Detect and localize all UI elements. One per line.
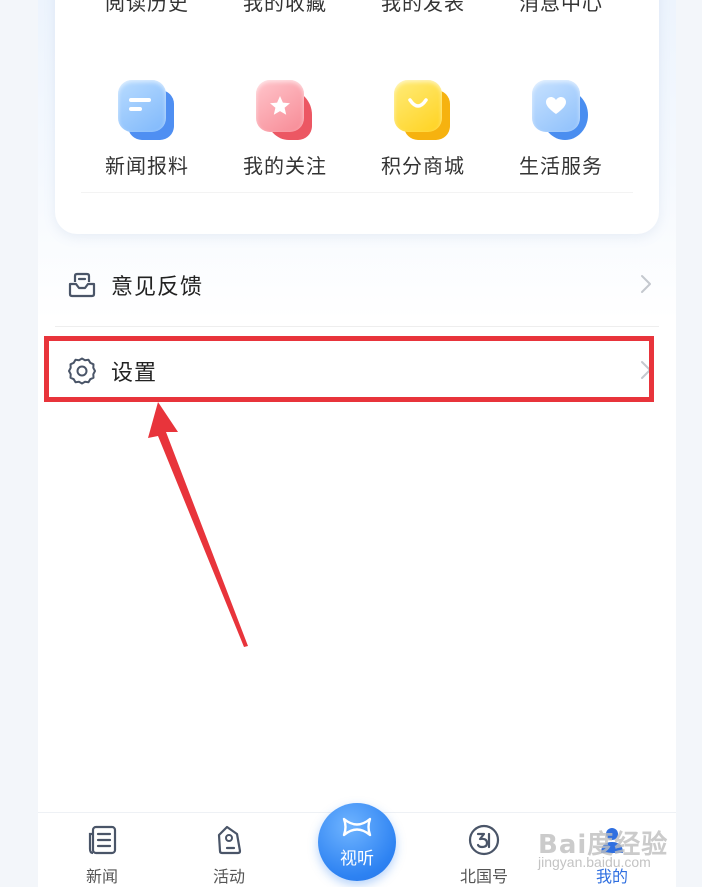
nav-item-label: 活动: [212, 867, 245, 886]
grid-item-message-center[interactable]: 消息中心: [492, 0, 630, 15]
nav-item-label: 我的: [595, 867, 628, 886]
grid-item-label: 积分商城: [381, 154, 465, 178]
grid-item-label: 阅读历史: [105, 0, 189, 15]
chevron-right-icon: [641, 275, 651, 293]
star-follow-icon: [256, 80, 314, 144]
list-item-settings[interactable]: 设置: [55, 339, 659, 403]
grid-item-points-mall[interactable]: 积分商城: [354, 80, 492, 178]
grid-item-my-follows[interactable]: 我的关注: [216, 80, 354, 178]
bottom-nav: 新闻 活动 视听 北国号 我的: [38, 803, 676, 887]
badge-icon: [467, 823, 501, 857]
grid-divider: [81, 192, 633, 193]
nav-item-label: 视听: [340, 848, 374, 869]
grid-item-life-services[interactable]: 生活服务: [492, 80, 630, 178]
grid-item-label: 消息中心: [519, 0, 603, 15]
feature-grid-top-row: 阅读历史 我的收藏 我的发表 消息中心: [55, 0, 659, 15]
screen: 阅读历史 我的收藏 我的发表 消息中心 新闻报料 我的关注 积分商城 生活服务 …: [0, 0, 702, 887]
person-icon: [595, 823, 629, 857]
left-margin: [0, 0, 38, 887]
nav-item-label: 新闻: [85, 867, 118, 886]
grid-item-favorites[interactable]: 我的收藏: [216, 0, 354, 15]
nav-item-news[interactable]: 新闻: [62, 823, 142, 887]
profile-page: 阅读历史 我的收藏 我的发表 消息中心 新闻报料 我的关注 积分商城 生活服务 …: [38, 0, 676, 887]
grid-item-label: 新闻报料: [105, 154, 189, 178]
play-bowtie-icon: [341, 816, 373, 842]
nav-item-label: 北国号: [459, 867, 508, 886]
grid-item-news-report[interactable]: 新闻报料: [78, 80, 216, 178]
grid-item-label: 生活服务: [519, 154, 603, 178]
feedback-envelope-icon: [67, 270, 97, 300]
news-report-icon: [118, 80, 176, 144]
list-divider: [55, 326, 659, 327]
grid-item-label: 我的收藏: [243, 0, 327, 15]
list-item-label: 设置: [111, 361, 158, 386]
right-margin: [676, 0, 702, 887]
chevron-right-icon: [641, 361, 651, 379]
heart-service-icon: [532, 80, 590, 144]
nav-item-activities[interactable]: 活动: [189, 823, 269, 887]
list-item-label: 意见反馈: [111, 275, 204, 300]
gear-icon: [67, 356, 97, 386]
tag-location-icon: [212, 823, 246, 857]
grid-item-reading-history[interactable]: 阅读历史: [78, 0, 216, 15]
nav-item-mine[interactable]: 我的: [572, 823, 652, 887]
feature-grid-card: 阅读历史 我的收藏 我的发表 消息中心 新闻报料 我的关注 积分商城 生活服务: [55, 0, 659, 234]
grid-item-label: 我的关注: [243, 154, 327, 178]
list-item-feedback[interactable]: 意见反馈: [55, 253, 659, 317]
nav-item-beiguohao[interactable]: 北国号: [444, 823, 524, 887]
newspaper-icon: [85, 823, 119, 857]
shopping-bag-icon: [394, 80, 452, 144]
grid-item-label: 我的发表: [381, 0, 465, 15]
nav-item-audio-video[interactable]: 视听: [318, 803, 396, 881]
grid-item-my-posts[interactable]: 我的发表: [354, 0, 492, 15]
feature-grid-mid-row: 新闻报料 我的关注 积分商城 生活服务: [55, 80, 659, 178]
